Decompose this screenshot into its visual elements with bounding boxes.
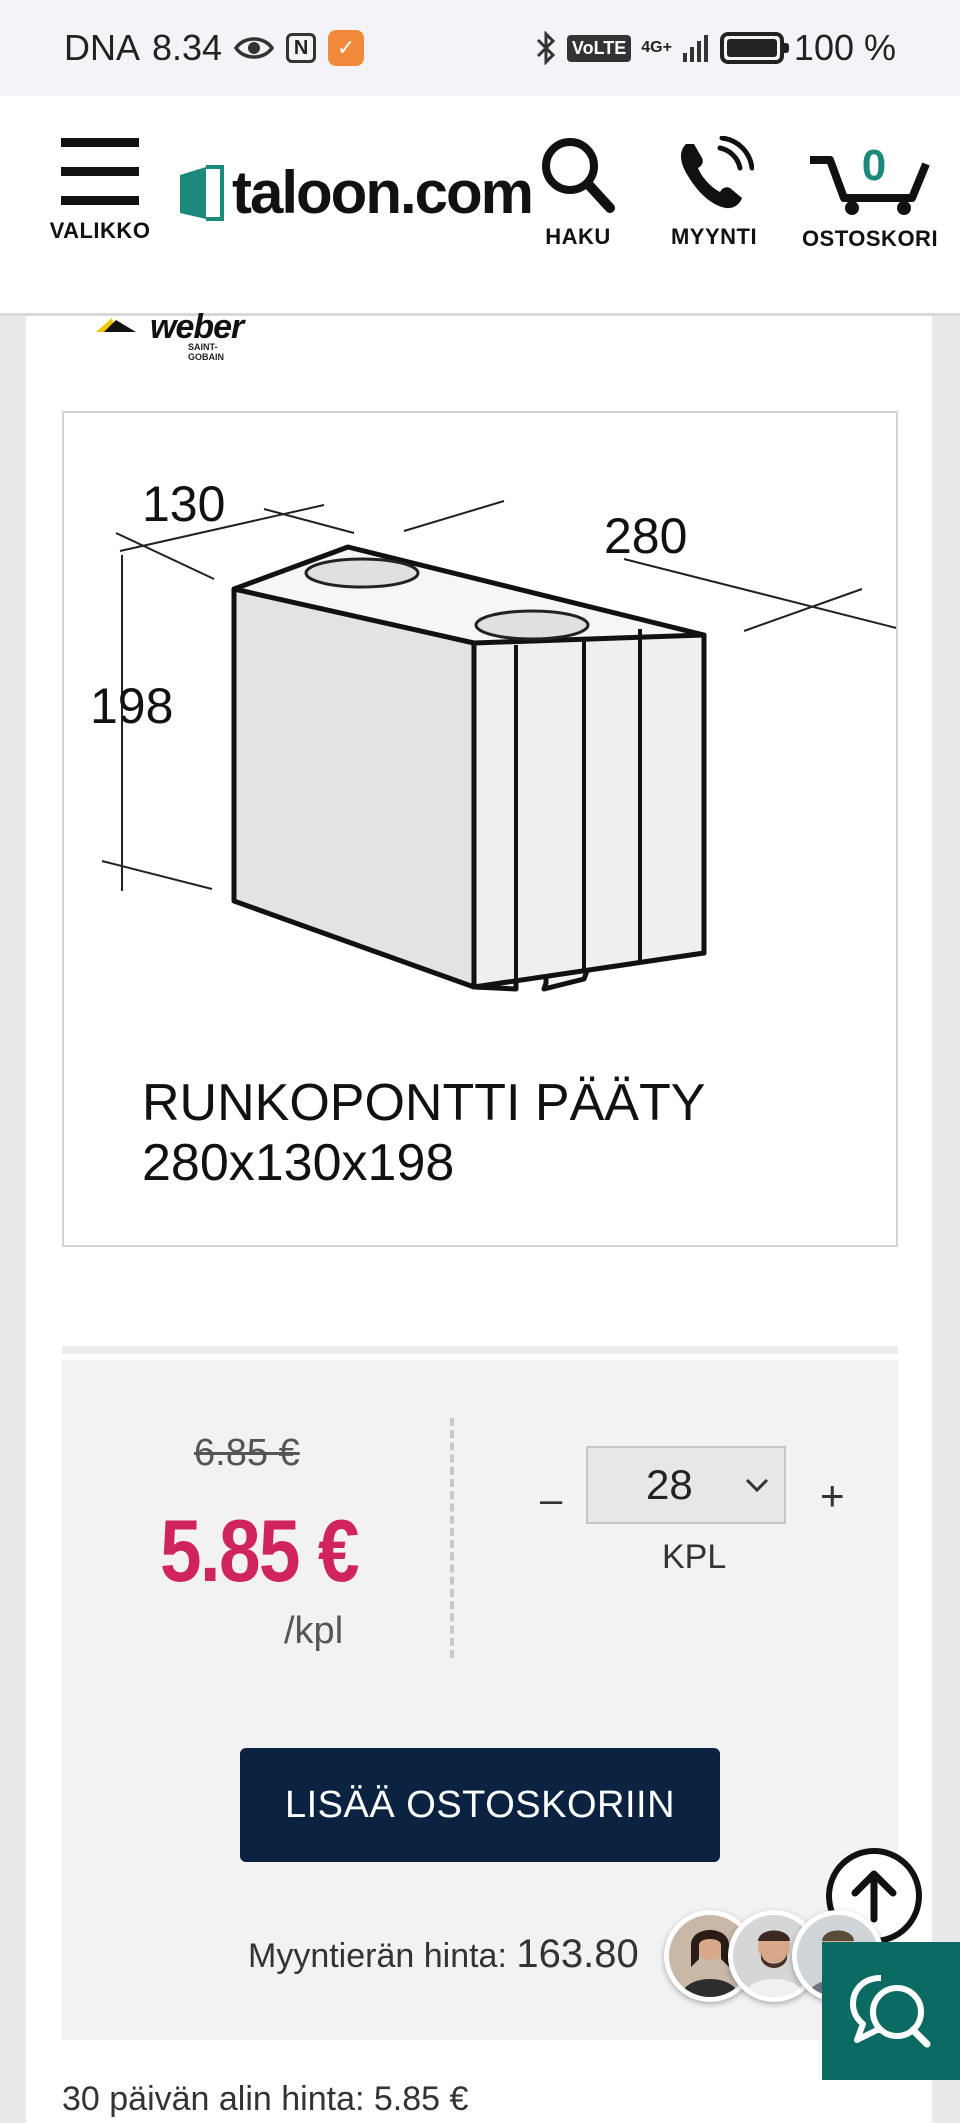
clock: 8.34 xyxy=(152,27,223,68)
cart-label: OSTOSKORI xyxy=(801,226,939,251)
cart-icon: 0 xyxy=(810,141,930,215)
chat-icon xyxy=(850,1975,931,2048)
section-divider xyxy=(62,1346,898,1354)
image-caption-size: 280x130x198 xyxy=(142,1134,455,1192)
logo-text: taloon.com xyxy=(232,159,534,226)
sales-label: MYYNTI xyxy=(670,224,758,249)
site-logo[interactable]: taloon.com xyxy=(176,158,534,227)
nfc-icon: N xyxy=(286,33,317,63)
network-type: 4G+ xyxy=(641,39,672,56)
lot-price: Myyntierän hinta: 163.80 xyxy=(248,1932,639,1977)
product-image[interactable]: 130 280 198 RUNKOPONTTI PÄÄTY 280x130x19… xyxy=(62,411,898,1247)
lot-price-value: 163.80 xyxy=(516,1932,639,1976)
signal-icon xyxy=(682,33,710,63)
battery-percent: 100 % xyxy=(793,27,896,68)
lowest-30-day-price: 30 päivän alin hinta: 5.85 € xyxy=(62,2080,469,2118)
brand-subtitle: SAINT-GOBAIN xyxy=(188,342,224,362)
quantity-value: 28 xyxy=(646,1461,693,1508)
lot-price-label: Myyntierän hinta: xyxy=(248,1937,507,1975)
battery-fill xyxy=(726,39,777,57)
search-icon xyxy=(542,138,615,213)
cart-count: 0 xyxy=(862,141,886,190)
status-bar: DNA 8.34 N ✓ VoLTE 4G+ 100 % xyxy=(0,0,960,96)
phone-icon xyxy=(681,136,754,209)
brand-logo[interactable]: weber SAINT-GOBAIN xyxy=(66,308,244,362)
bluetooth-icon xyxy=(535,31,557,65)
eye-icon xyxy=(234,35,275,61)
carrier: DNA xyxy=(64,27,141,68)
chevron-down-icon xyxy=(745,1478,769,1493)
price-divider xyxy=(450,1418,454,1658)
hamburger-icon xyxy=(61,138,139,205)
dim-depth: 130 xyxy=(142,476,225,532)
product-card: weber SAINT-GOBAIN 130 280 198 RUNKOPONT… xyxy=(26,308,932,2123)
old-price: 6.85 € xyxy=(194,1432,300,1474)
site-header: VALIKKO taloon.com HAKU MYYNTI 0 OSTOSKO… xyxy=(0,96,960,316)
brand-mark-icon xyxy=(96,318,136,332)
menu-button[interactable]: VALIKKO xyxy=(46,136,154,244)
quantity-decrease-button[interactable]: – xyxy=(540,1478,562,1523)
quantity-select[interactable]: 28 xyxy=(586,1446,786,1524)
chat-button[interactable] xyxy=(822,1942,960,2080)
sale-price: 5.85 € xyxy=(160,1501,359,1600)
image-caption: RUNKOPONTTI PÄÄTY 280x130x198 xyxy=(142,1073,705,1193)
search-label: HAKU xyxy=(545,224,611,249)
dim-height: 198 xyxy=(90,678,173,734)
logo-door-icon xyxy=(180,164,224,221)
image-caption-title: RUNKOPONTTI PÄÄTY xyxy=(142,1074,706,1132)
menu-label: VALIKKO xyxy=(49,218,151,243)
cart-button[interactable]: 0 OSTOSKORI xyxy=(800,136,940,252)
add-to-cart-button[interactable]: LISÄÄ OSTOSKORIIN xyxy=(240,1748,720,1862)
search-button[interactable]: HAKU xyxy=(528,136,628,250)
sales-phone-button[interactable]: MYYNTI xyxy=(664,136,764,250)
dim-length: 280 xyxy=(604,508,687,564)
volte-badge: VoLTE xyxy=(566,34,632,62)
quantity-unit: KPL xyxy=(662,1538,727,1576)
quantity-increase-button[interactable]: + xyxy=(820,1472,845,1520)
battery-icon xyxy=(719,32,789,64)
price-unit: /kpl xyxy=(284,1610,344,1652)
app-notification-icon: ✓ xyxy=(328,30,365,66)
